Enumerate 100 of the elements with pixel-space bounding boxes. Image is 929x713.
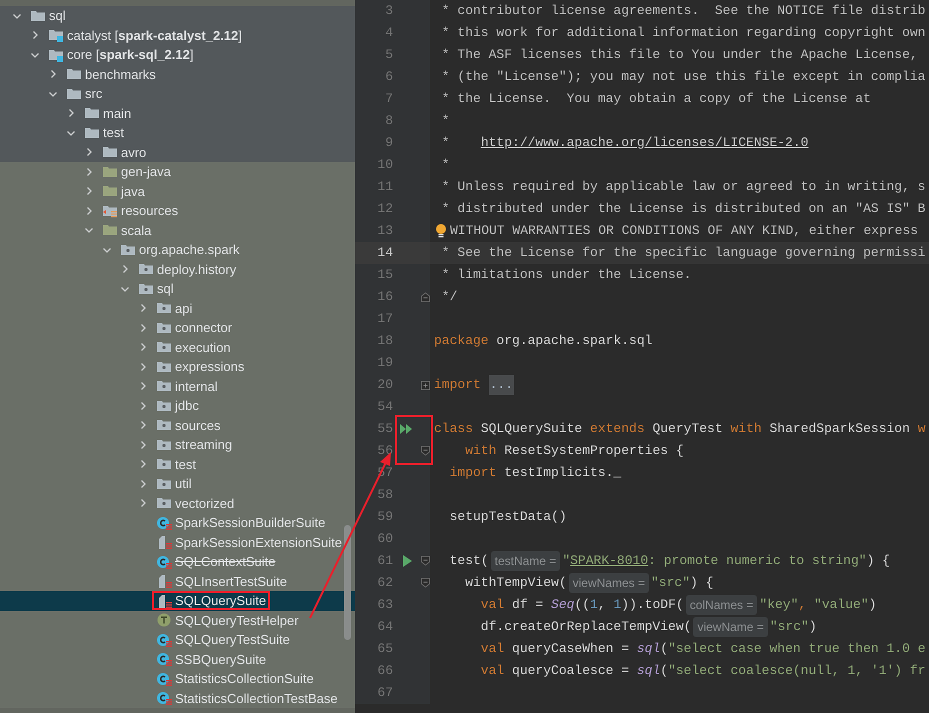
tree-item[interactable]: jdbc [0, 396, 355, 416]
tree-item[interactable]: src [0, 84, 355, 104]
tree-item[interactable]: SparkSessionBuilderSuite [0, 513, 355, 532]
tree-item[interactable]: gen-java [0, 162, 355, 182]
tree-item[interactable]: StatisticsCollectionSuite [0, 669, 355, 688]
chevron-icon[interactable] [84, 225, 94, 236]
expand-fold-icon[interactable] [421, 380, 430, 390]
tree-item[interactable]: expressions [0, 357, 355, 376]
tree-item[interactable]: test [0, 123, 355, 142]
tree-item[interactable]: SQLContextSuite [0, 552, 355, 572]
tree-item-label: SQLQueryTestSuite [175, 633, 290, 646]
scrollbar-thumb[interactable] [344, 525, 351, 640]
code-link[interactable]: SPARK-8010 [570, 551, 648, 571]
parameter-hint: viewName = [693, 617, 768, 637]
fold-icon[interactable] [421, 555, 430, 567]
chevron-icon[interactable] [138, 342, 148, 352]
folded-code[interactable]: ... [488, 375, 514, 395]
line-number: 54 [376, 398, 393, 416]
tree-item[interactable]: SQLQueryTestHelper [0, 610, 355, 630]
tree-item-label: main [103, 106, 132, 120]
line-number: 65 [376, 640, 393, 658]
tree-item[interactable]: java [0, 182, 355, 201]
tree-item[interactable]: main [0, 104, 355, 123]
code-text: "select case when true then 1.0 e [668, 640, 926, 658]
fold-icon[interactable] [421, 445, 430, 457]
code-text: df.createOrReplaceTempView( [480, 618, 692, 636]
tree-item-label: api [175, 302, 192, 315]
tree-item-label: expressions [175, 360, 244, 374]
chevron-icon[interactable] [30, 30, 40, 40]
run-icon[interactable] [401, 554, 413, 568]
tree-item[interactable]: sources [0, 416, 355, 435]
chevron-icon[interactable] [84, 206, 94, 216]
code-text: class [434, 420, 474, 438]
tree-item[interactable]: avro [0, 142, 355, 162]
chevron-icon[interactable] [138, 381, 148, 392]
chevron-icon[interactable] [120, 264, 130, 274]
code-text: ( [660, 640, 668, 658]
chevron-icon[interactable] [138, 303, 148, 314]
chevron-icon[interactable] [138, 498, 148, 508]
line-number: 20 [376, 376, 393, 394]
tree-item[interactable]: SQLQuerySuite [0, 591, 355, 610]
tree-item[interactable]: benchmarks [0, 64, 355, 84]
line-number: 13 [376, 222, 393, 240]
code-link[interactable]: http://www.apache.org/licenses/LICENSE-2.0 [480, 133, 808, 153]
line-number: 9 [384, 134, 393, 152]
chevron-icon[interactable] [138, 459, 148, 470]
code-text: )).toDF( [621, 596, 684, 614]
fold-icon[interactable] [421, 291, 430, 303]
chevron-icon[interactable] [84, 166, 94, 177]
tree-item[interactable]: catalyst [spark-catalyst_2.12] [0, 26, 355, 45]
tree-item-label: sql [157, 282, 174, 296]
tree-item[interactable]: internal [0, 376, 355, 396]
tree-item[interactable]: core [spark-sql_2.12] [0, 45, 355, 64]
tree-item[interactable]: StatisticsCollectionTestBase [0, 688, 355, 708]
code-text: val [480, 640, 506, 658]
tree-item[interactable]: api [0, 298, 355, 318]
class-icon [156, 670, 172, 687]
tree-item[interactable]: scala [0, 220, 355, 240]
chevron-icon[interactable] [138, 362, 148, 372]
line-number: 55 [376, 420, 393, 438]
lightbulb-icon[interactable] [434, 223, 448, 239]
chevron-icon[interactable] [138, 440, 148, 450]
line-number: 62 [376, 574, 393, 592]
code-text: ResetSystemProperties { [504, 442, 684, 460]
chevron-icon[interactable] [66, 108, 76, 118]
parameter-hint: viewNames = [568, 573, 649, 593]
tree-item-label: src [85, 87, 102, 100]
chevron-icon[interactable] [48, 69, 58, 80]
fold-icon[interactable] [421, 577, 430, 589]
tree-item[interactable]: SQLQueryTestSuite [0, 630, 355, 650]
tree-item[interactable]: SparkSessionExtensionSuite [0, 532, 355, 552]
tree-item[interactable]: deploy.history [0, 260, 355, 279]
code-text: SQLQuerySuite [480, 420, 584, 438]
chevron-icon[interactable] [138, 400, 148, 411]
tree-item[interactable]: execution [0, 338, 355, 357]
chevron-icon[interactable] [138, 322, 148, 333]
tree-item-label: SSBQuerySuite [175, 652, 266, 666]
line-number: 4 [384, 24, 393, 42]
tree-item[interactable]: resources [0, 201, 355, 220]
code-text: ) { [690, 574, 714, 592]
code-text: val [480, 662, 506, 680]
tree-item[interactable]: vectorized [0, 494, 355, 513]
chevron-icon[interactable] [84, 186, 94, 196]
chevron-icon[interactable] [138, 420, 148, 430]
parameter-hint: colNames = [686, 595, 758, 615]
code-text: * (the "License"); you may not use this file except in complia [440, 68, 926, 86]
tree-item[interactable]: org.apache.spark [0, 240, 355, 260]
tree-item[interactable]: test [0, 454, 355, 474]
tree-item[interactable]: SSBQuerySuite [0, 650, 355, 669]
tree-item[interactable]: util [0, 474, 355, 494]
tree-item[interactable]: sql [0, 6, 355, 26]
line-number: 58 [376, 486, 393, 504]
chevron-icon[interactable] [84, 147, 94, 158]
tree-item[interactable]: sql [0, 279, 355, 298]
tree-item-label: SparkSessionBuilderSuite [175, 516, 326, 530]
tree-item[interactable]: streaming [0, 435, 355, 454]
line-number: 3 [384, 2, 393, 20]
tree-item[interactable]: connector [0, 318, 355, 338]
tree-item[interactable]: SQLInsertTestSuite [0, 572, 355, 591]
chevron-icon[interactable] [138, 478, 148, 489]
